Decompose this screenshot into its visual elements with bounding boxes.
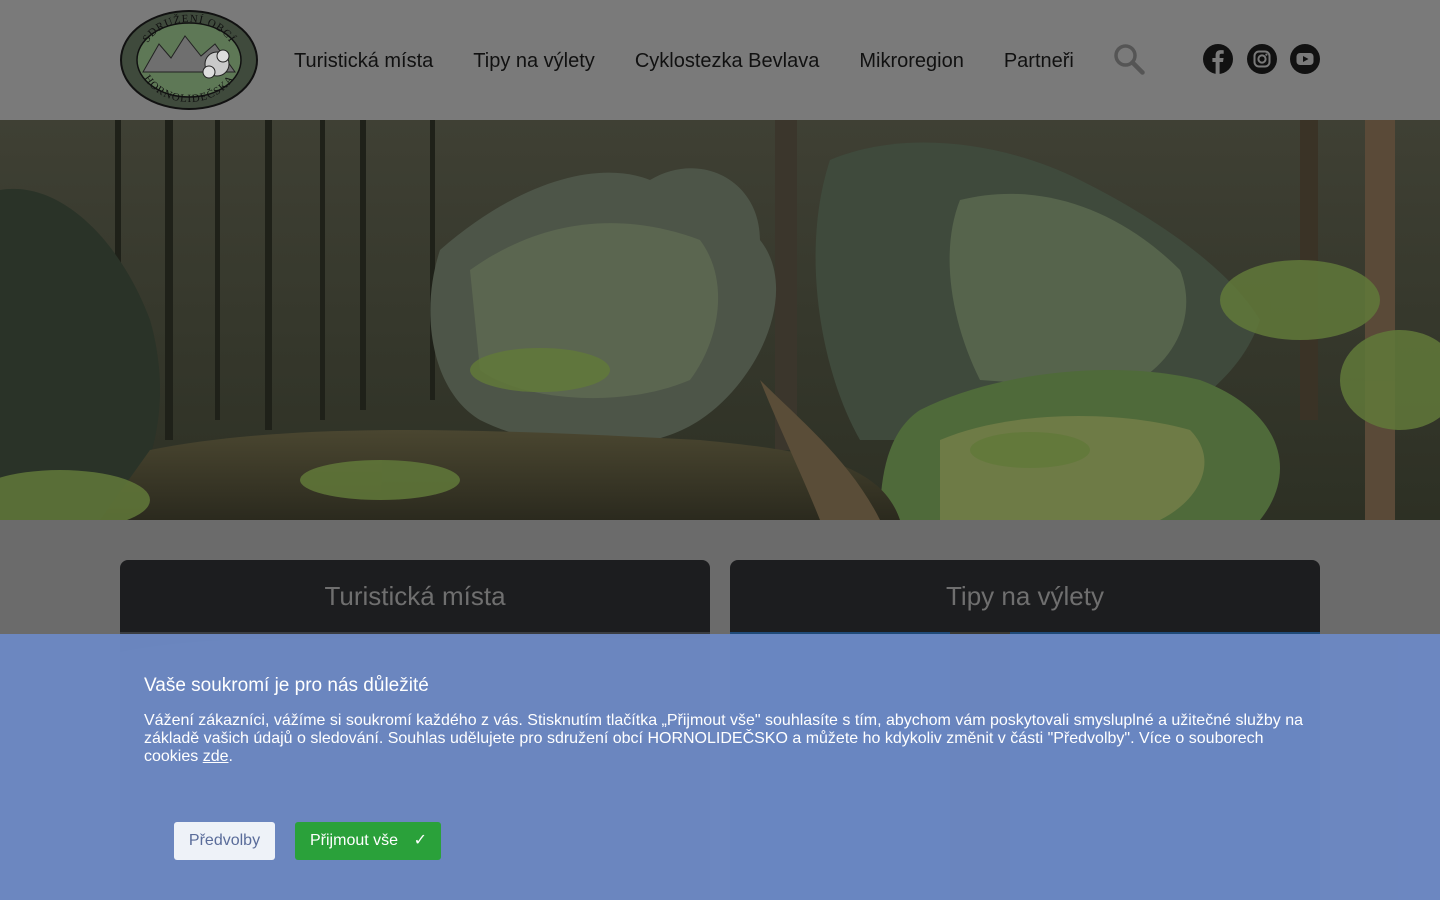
hero-image [0,120,1440,520]
nav-item-turisticka-mista[interactable]: Turistická místa [294,48,433,74]
cookie-text-end: . [228,748,233,765]
accept-all-button[interactable]: Přijmout vše ✓ [295,822,441,860]
facebook-icon[interactable] [1203,44,1233,74]
search-icon[interactable] [1113,43,1145,75]
instagram-icon[interactable] [1247,44,1277,74]
check-icon: ✓ [413,832,427,849]
cookie-consent-banner: Vaše soukromí je pro nás důležité Vážení… [0,634,1440,900]
cookie-title: Vaše soukromí je pro nás důležité [144,675,429,696]
youtube-icon[interactable] [1290,44,1320,74]
card-title: Turistická místa [324,581,506,611]
cookie-more-link[interactable]: zde [203,748,229,765]
cookie-text: Vážení zákazníci, vážíme si soukromí kaž… [144,712,1304,766]
nav-item-partneri[interactable]: Partneři [1004,48,1074,74]
main-nav: Turistická místa Tipy na výlety Cykloste… [294,48,1074,74]
nav-item-tipy-na-vylety[interactable]: Tipy na výlety [473,48,595,74]
site-header: SDRUŽENÍ OBCÍ HORNOLIDEČSKA Turistická m… [0,0,1440,120]
card-title: Tipy na výlety [946,581,1104,611]
preferences-button[interactable]: Předvolby [174,822,275,860]
nav-item-cyklostezka-bevlava[interactable]: Cyklostezka Bevlava [635,48,820,74]
cookie-text-body: Vážení zákazníci, vážíme si soukromí kaž… [144,712,1304,765]
logo[interactable]: SDRUŽENÍ OBCÍ HORNOLIDEČSKA [119,10,259,110]
hero-forest-rocks-image [0,120,1440,520]
nav-item-mikroregion[interactable]: Mikroregion [859,48,963,74]
accept-all-label: Přijmout vše [310,832,399,849]
